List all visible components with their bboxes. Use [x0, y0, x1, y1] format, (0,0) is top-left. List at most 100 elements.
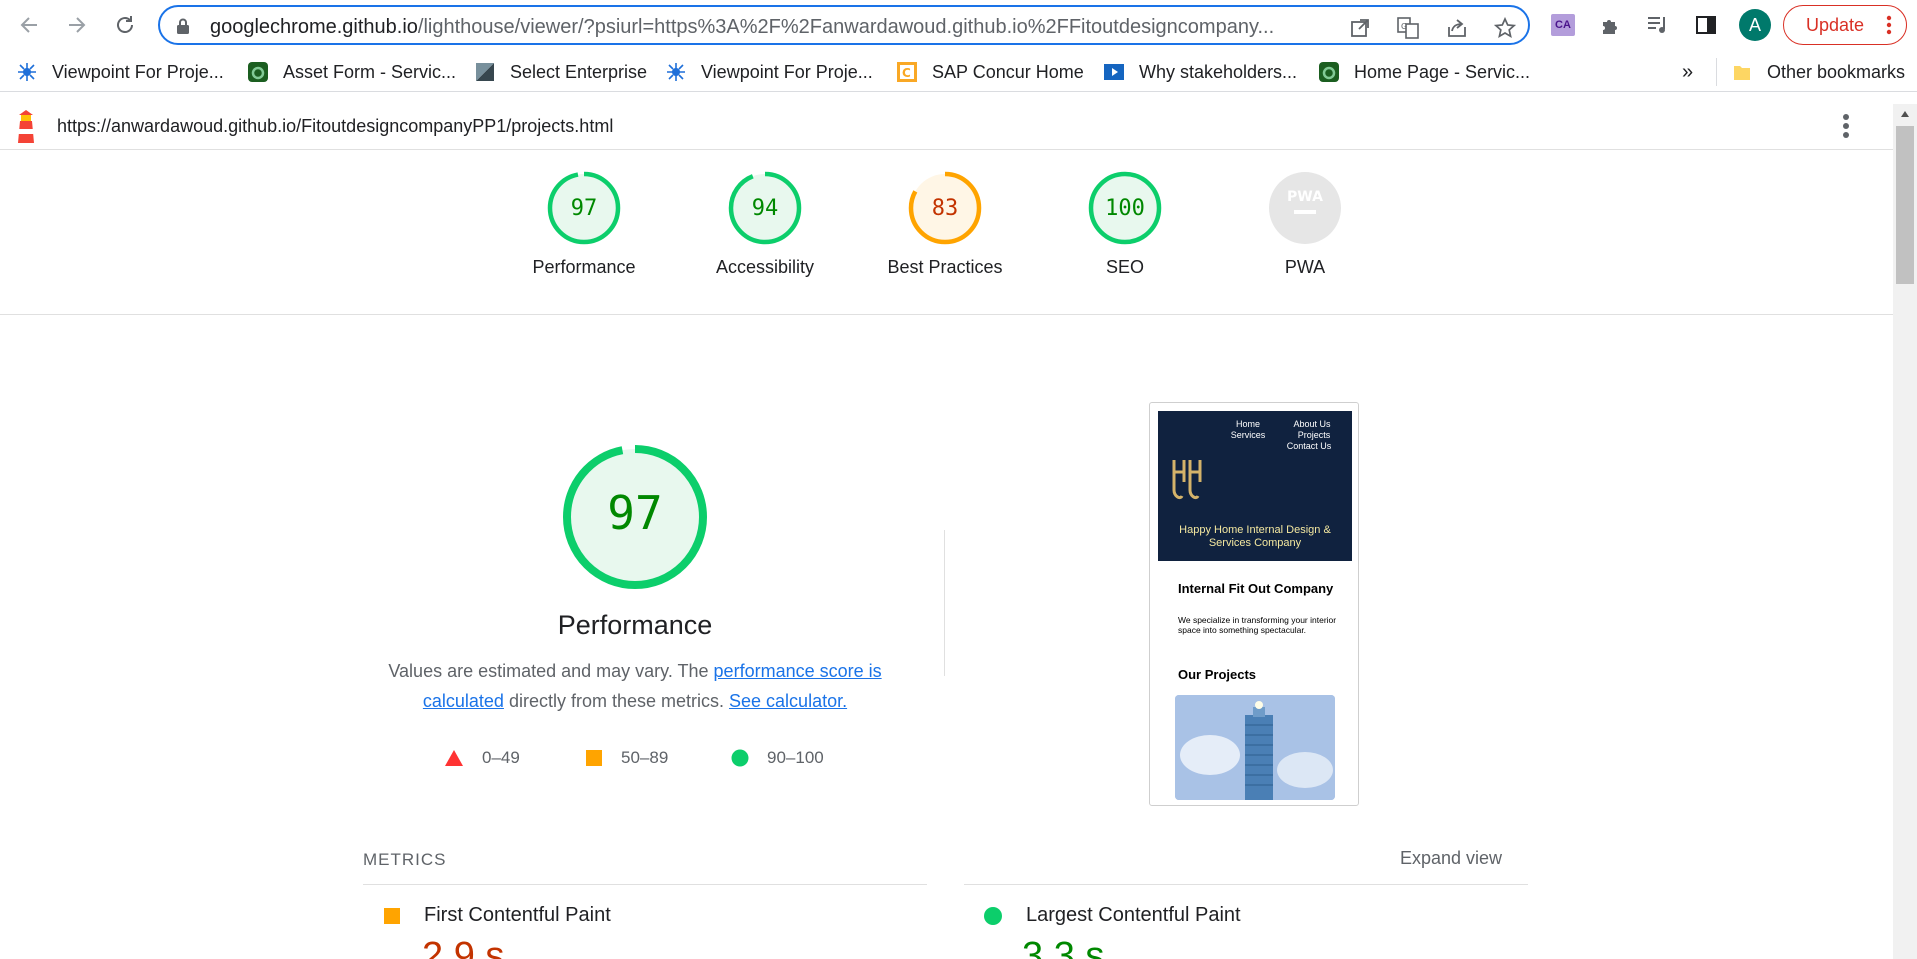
lighthouse-logo-icon [13, 109, 39, 150]
triangle-icon [445, 750, 463, 766]
category-scores: 97 Performance 94 Accessibility 83 Best … [0, 150, 1893, 315]
section-divider [944, 530, 945, 676]
category-gauge-seo[interactable]: 100 SEO [1050, 170, 1200, 278]
enterprise-icon [474, 61, 496, 83]
page-scrollbar[interactable] [1893, 104, 1917, 959]
bookmark-label: Select Enterprise [510, 61, 648, 82]
lock-icon [176, 18, 190, 39]
bookmark-item[interactable]: Viewpoint For Proje... [16, 60, 224, 84]
back-button[interactable] [14, 10, 44, 40]
see-calculator-link[interactable]: See calculator. [729, 691, 847, 711]
translate-icon[interactable]: G [1396, 16, 1420, 40]
performance-description: Values are estimated and may vary. The p… [380, 656, 890, 716]
legend-pass: 90–100 [731, 748, 824, 768]
expand-view-button[interactable]: Expand view [1400, 848, 1502, 869]
update-label: Update [1806, 14, 1865, 35]
servicenow-icon [1318, 61, 1340, 83]
performance-score: 97 [607, 486, 663, 540]
metric-label: Largest Contentful Paint [1026, 904, 1241, 926]
bookmark-label: Viewpoint For Proje... [52, 61, 224, 82]
pwa-badge-text: PWA [1287, 189, 1323, 205]
bookmark-item[interactable]: Home Page - Servic... [1318, 60, 1530, 84]
bookmark-star-icon[interactable] [1493, 16, 1517, 40]
screenshot-heading: Internal Fit Out Company [1178, 581, 1334, 596]
report-url: https://anwardawoud.github.io/Fitoutdesi… [57, 116, 614, 136]
svg-text:C: C [902, 66, 911, 80]
gauge-label: Performance [532, 257, 636, 277]
gauge-label: Accessibility [715, 257, 815, 277]
url-text[interactable]: googlechrome.github.io/lighthouse/viewer… [210, 16, 1480, 39]
square-icon [384, 907, 400, 924]
bookmark-item[interactable]: Viewpoint For Proje... [665, 60, 873, 84]
viewpoint-icon [665, 61, 687, 83]
other-bookmarks-folder[interactable]: Other bookmarks [1716, 58, 1905, 86]
metric-fcp[interactable]: First Contentful Paint [384, 904, 611, 927]
extensions-puzzle-icon[interactable] [1597, 11, 1625, 39]
legend-range: 50–89 [621, 748, 669, 767]
performance-title: Performance [557, 610, 713, 640]
bookmark-label: Home Page - Servic... [1354, 61, 1531, 82]
extension-ca-icon[interactable]: CA [1551, 14, 1575, 36]
pwa-badge: PWA [1269, 172, 1341, 244]
screenshot-hero: Home Services About Us Projects Contact … [1158, 411, 1352, 561]
final-screenshot[interactable]: Home Services About Us Projects Contact … [1149, 402, 1359, 806]
screenshot-paragraph: We specialize in transforming your inter… [1178, 615, 1337, 635]
metric-lcp-value: 3.3 s [1022, 935, 1105, 959]
media-playlist-icon[interactable] [1644, 11, 1672, 39]
desc-text: Values are estimated and may vary. The [388, 661, 714, 681]
bookmark-item[interactable]: C SAP Concur Home [896, 60, 1084, 84]
legend-range: 90–100 [767, 748, 824, 767]
forward-button[interactable] [62, 10, 92, 40]
legend-range: 0–49 [482, 748, 520, 767]
scroll-up-icon[interactable] [1900, 110, 1910, 118]
square-icon [586, 750, 602, 766]
side-panel-icon[interactable] [1692, 11, 1720, 39]
category-gauge-accessibility[interactable]: 94 Accessibility [690, 170, 840, 278]
bookmarks-bar: Viewpoint For Proje... Asset Form - Serv… [0, 52, 1917, 92]
bookmark-item[interactable]: Why stakeholders... [1103, 60, 1297, 84]
screenshot-nav-projects: Projects [1297, 430, 1331, 440]
bookmark-label: Why stakeholders... [1139, 61, 1298, 82]
bookmark-label: SAP Concur Home [932, 61, 1084, 82]
screenshot-nav-about: About Us [1293, 419, 1331, 429]
screenshot-nav-home: Home [1235, 419, 1260, 429]
viewpoint-icon [16, 61, 38, 83]
bookmark-label: Asset Form - Servic... [283, 61, 457, 82]
svg-text:G: G [1401, 22, 1407, 31]
share-icon[interactable] [1445, 16, 1469, 40]
gauge-score: 94 [751, 196, 779, 221]
circle-icon [731, 749, 749, 767]
gauge-score: 83 [931, 196, 959, 221]
category-gauge-performance[interactable]: 97 Performance [509, 170, 659, 278]
profile-avatar[interactable]: A [1739, 9, 1771, 41]
more-vert-icon[interactable] [1842, 112, 1850, 145]
update-button[interactable]: Update [1783, 5, 1907, 45]
bookmark-label: Viewpoint For Proje... [701, 61, 873, 82]
metric-lcp[interactable]: Largest Contentful Paint [984, 904, 1241, 927]
metrics-divider [964, 884, 1528, 885]
desc-text: directly from these metrics. [503, 691, 730, 711]
category-gauge-pwa[interactable]: PWA PWA [1230, 170, 1380, 278]
gauge-label: SEO [1105, 257, 1144, 277]
open-in-new-icon[interactable] [1348, 16, 1372, 40]
more-vert-icon [1886, 14, 1892, 41]
metric-fcp-value: 2.9 s [422, 935, 505, 959]
url-host: googlechrome.github.io [210, 16, 418, 38]
metrics-divider [363, 884, 927, 885]
more-bookmarks-button[interactable]: » [1682, 60, 1693, 84]
arrow-left-icon [20, 17, 37, 33]
url-path: /lighthouse/viewer/?psiurl=https%3A%2F%2… [417, 16, 1275, 38]
reload-button[interactable] [110, 10, 140, 40]
company-logo-icon [1172, 460, 1202, 500]
servicenow-icon [247, 61, 269, 83]
metric-label: First Contentful Paint [424, 904, 611, 926]
gauge-label: PWA [1284, 257, 1326, 277]
scrollbar-thumb[interactable] [1896, 126, 1914, 284]
category-gauge-best-practices[interactable]: 83 Best Practices [870, 170, 1020, 278]
address-bar[interactable]: googlechrome.github.io/lighthouse/viewer… [158, 5, 1530, 45]
bookmark-item[interactable]: Asset Form - Servic... [247, 60, 456, 84]
legend-fail: 0–49 [444, 748, 520, 768]
circle-icon [984, 906, 1002, 925]
folder-icon [1731, 61, 1753, 83]
bookmark-item[interactable]: Select Enterprise [474, 60, 647, 84]
